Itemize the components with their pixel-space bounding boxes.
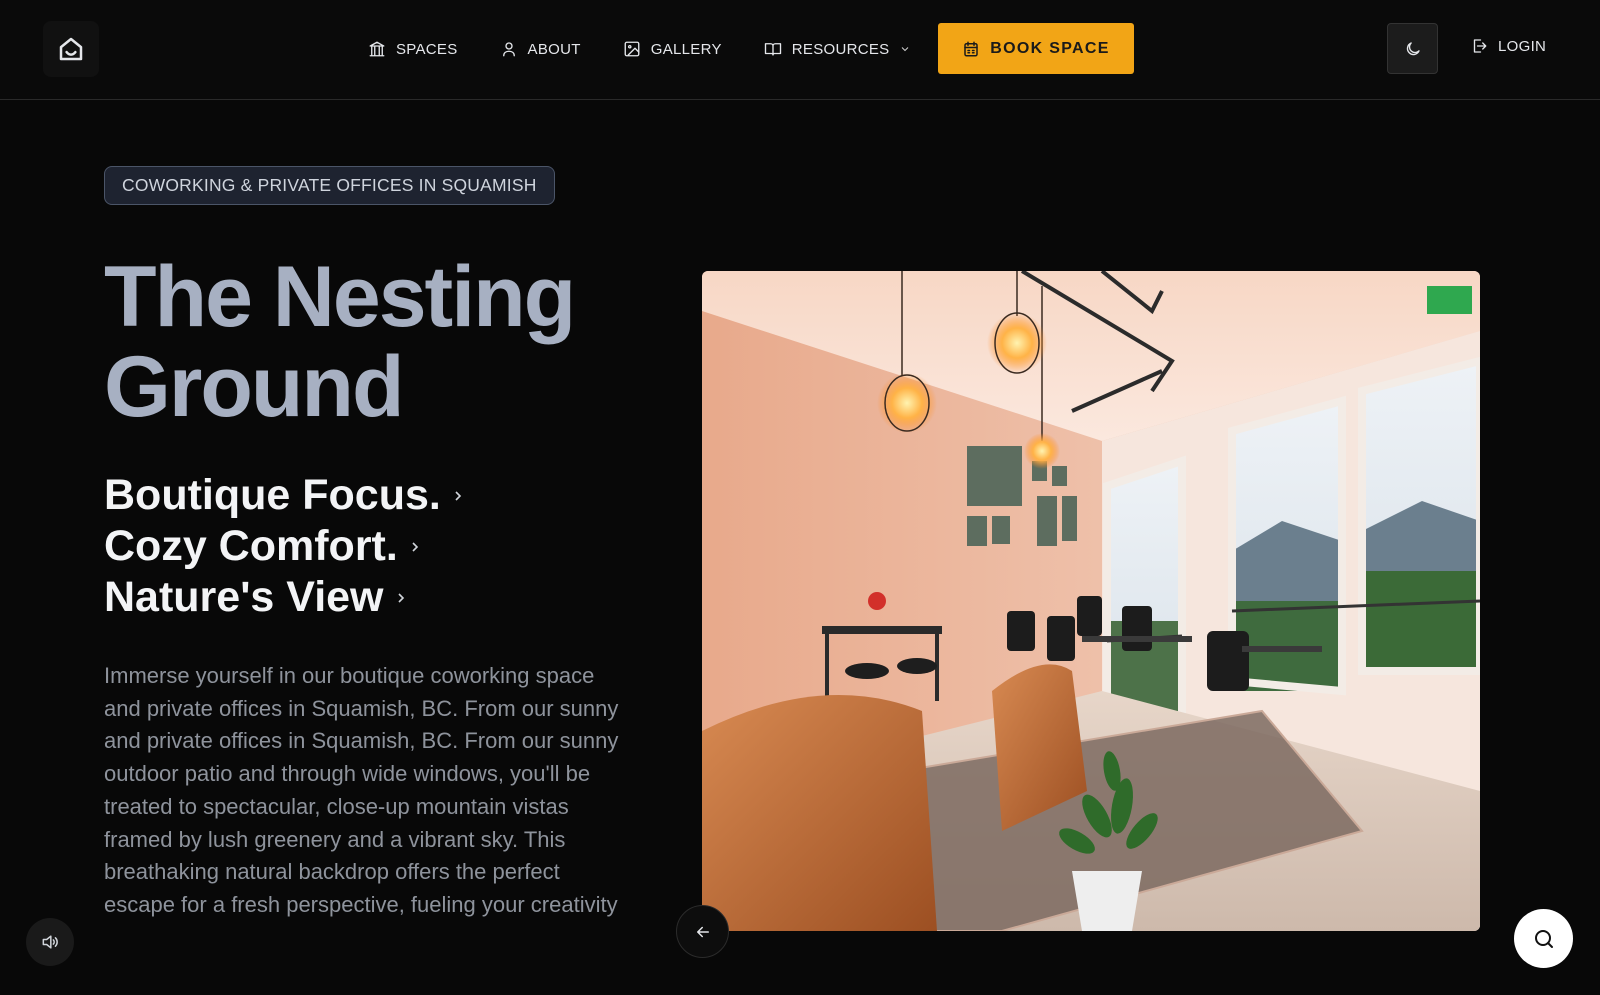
hero-description: Immerse yourself in our boutique coworki… xyxy=(104,663,619,917)
user-icon xyxy=(502,42,515,57)
theme-toggle-button[interactable] xyxy=(1387,23,1438,74)
search-icon xyxy=(1534,929,1553,948)
nav-resources-label: RESOURCES xyxy=(791,40,890,58)
chevron-right-icon xyxy=(412,541,418,552)
hero-office-photo xyxy=(702,271,1480,931)
home-logo-button[interactable] xyxy=(43,21,99,77)
nav-gallery-label: GALLERY xyxy=(650,40,722,58)
location-badge: COWORKING & PRIVATE OFFICES IN SQUAMISH xyxy=(104,166,555,205)
nav-gallery[interactable]: GALLERY xyxy=(623,40,722,58)
page-title-line1: The Nesting xyxy=(104,249,576,345)
building-columns-icon xyxy=(369,41,385,57)
feature-label: Cozy Comfort. xyxy=(104,522,398,570)
calendar-icon xyxy=(964,41,979,56)
nav-spaces[interactable]: SPACES xyxy=(368,40,458,58)
image-icon xyxy=(624,41,640,57)
login-link[interactable]: LOGIN xyxy=(1470,37,1546,55)
book-space-button[interactable]: BOOK SPACE xyxy=(938,23,1134,74)
feature-list: Boutique Focus. Cozy Comfort. Nature's V… xyxy=(104,470,463,623)
page-title-line2: Ground xyxy=(104,339,404,435)
feature-item[interactable]: Nature's View xyxy=(104,572,463,623)
book-icon xyxy=(764,43,781,56)
arrow-left-icon xyxy=(696,926,709,937)
feature-item[interactable]: Boutique Focus. xyxy=(104,470,463,521)
moon-icon xyxy=(1406,41,1420,55)
login-label: LOGIN xyxy=(1498,37,1547,55)
site-header: SPACES ABOUT GALLERY RESOURCES BOOK SPAC… xyxy=(0,0,1600,100)
volume-icon xyxy=(42,935,58,949)
home-icon xyxy=(59,37,83,61)
search-button[interactable] xyxy=(1514,909,1573,968)
login-icon xyxy=(1473,39,1487,53)
carousel-prev-button[interactable] xyxy=(676,905,729,958)
feature-label: Nature's View xyxy=(104,573,384,621)
chevron-right-icon xyxy=(455,490,461,501)
book-space-label: BOOK SPACE xyxy=(990,39,1110,57)
page-title: The Nesting Ground xyxy=(104,252,664,432)
sound-toggle-button[interactable] xyxy=(26,918,74,966)
feature-label: Boutique Focus. xyxy=(104,471,441,519)
nav-resources[interactable]: RESOURCES xyxy=(764,40,912,58)
chevron-down-icon xyxy=(902,47,909,52)
nav-about[interactable]: ABOUT xyxy=(500,40,581,58)
feature-item[interactable]: Cozy Comfort. xyxy=(104,521,463,572)
nav-about-label: ABOUT xyxy=(527,40,581,58)
chevron-right-icon xyxy=(397,592,404,603)
main-nav: SPACES ABOUT GALLERY RESOURCES xyxy=(368,25,953,73)
nav-spaces-label: SPACES xyxy=(396,40,458,58)
